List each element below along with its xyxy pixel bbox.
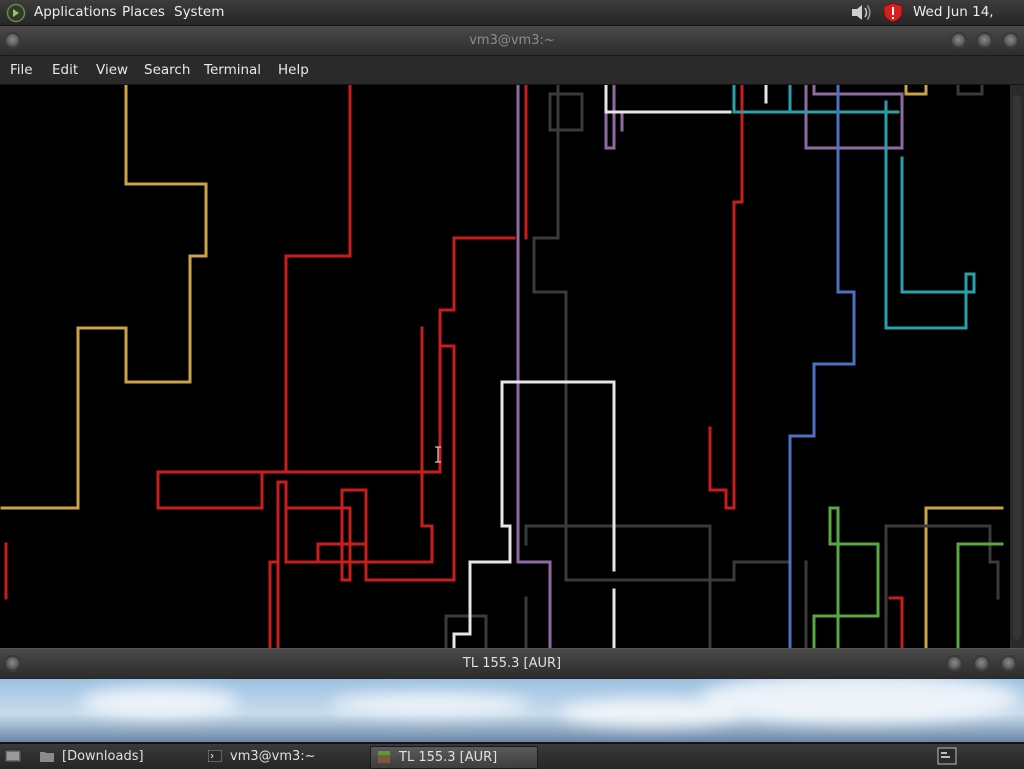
pipe-purple-3 (804, 85, 904, 150)
pipe-white-2 (452, 380, 512, 648)
taskbar-item-label: vm3@vm3:~ (230, 749, 316, 764)
pipe-purple-1 (516, 85, 552, 648)
close-button[interactable] (1002, 32, 1019, 49)
terminal-menubar: File Edit View Search Terminal Help (0, 56, 1024, 85)
system-logo-icon[interactable] (6, 3, 26, 23)
taskbar-item-label: [Downloads] (62, 749, 144, 764)
folder-icon (40, 752, 54, 762)
terminal-window-title: vm3@vm3:~ (469, 33, 555, 48)
menu-terminal[interactable]: Terminal (204, 56, 261, 84)
minimize-button[interactable] (950, 32, 967, 49)
pipes-canvas (0, 85, 1004, 648)
pipe-green-1 (812, 506, 880, 648)
cloud (560, 699, 740, 727)
top-panel: Applications Places System Wed Jun 14, 0… (0, 0, 1024, 45)
volume-icon[interactable] (849, 2, 873, 23)
menu-edit[interactable]: Edit (52, 56, 78, 84)
taskbar-item-terminal[interactable]: vm3@vm3:~ (202, 746, 368, 767)
cloud (330, 693, 530, 715)
menu-search[interactable]: Search (144, 56, 190, 84)
system-menu[interactable]: System (174, 0, 224, 25)
pipe-grey-3 (524, 524, 712, 648)
desktop-background (0, 679, 1024, 742)
pipe-blue-1 (788, 85, 856, 648)
pipe-grey-8 (956, 85, 984, 96)
pipe-grey-2 (548, 92, 584, 132)
applications-menu[interactable]: Applications (34, 0, 116, 25)
menu-view[interactable]: View (96, 56, 128, 84)
pipe-teal-3 (884, 100, 976, 330)
terminal-titlebar[interactable]: vm3@vm3:~ (0, 26, 1024, 56)
pipe-green-3 (956, 542, 1004, 648)
window2-minimize-button[interactable] (946, 655, 963, 672)
pipe-white-4 (604, 85, 732, 114)
pipe-gold-3 (904, 85, 928, 96)
minecraft-titlebar[interactable]: TL 155.3 [AUR] (0, 648, 1024, 679)
security-shield-icon[interactable] (882, 2, 904, 23)
cloud (700, 679, 1020, 723)
pipe-grey-1 (532, 85, 792, 582)
show-desktop-icon[interactable] (4, 748, 22, 764)
places-menu[interactable]: Places (122, 0, 165, 25)
terminal-scrollbar-thumb[interactable] (1013, 95, 1021, 640)
cloud (80, 687, 240, 717)
pipe-red-1 (156, 85, 516, 510)
window2-close-button[interactable] (1000, 655, 1017, 672)
pipe-red-3 (276, 326, 434, 648)
clock[interactable]: Wed Jun 14, 05:56 (913, 0, 1024, 45)
terminal-icon (208, 750, 222, 762)
menu-help[interactable]: Help (278, 56, 309, 84)
pipe-red-7 (708, 85, 744, 510)
minecraft-block-icon (378, 751, 390, 763)
menu-file[interactable]: File (10, 56, 33, 84)
taskbar-item-downloads[interactable]: [Downloads] (34, 746, 200, 767)
minecraft-window-title: TL 155.3 [AUR] (462, 656, 562, 671)
taskbar-item-minecraft[interactable]: TL 155.3 [AUR] (370, 746, 538, 769)
workspace-switcher-icon[interactable] (937, 747, 957, 765)
pipe-purple-2 (604, 85, 624, 150)
pipe-red-9 (888, 596, 904, 648)
taskbar-item-label: TL 155.3 [AUR] (399, 750, 498, 765)
bottom-taskbar: [Downloads] vm3@vm3:~ TL 155.3 [AUR] (0, 743, 1024, 769)
maximize-button[interactable] (976, 32, 993, 49)
pipe-red-5 (284, 344, 456, 582)
terminal-content[interactable] (0, 85, 1010, 648)
pipe-gold-1 (0, 85, 208, 510)
window2-maximize-button[interactable] (973, 655, 990, 672)
pipe-grey-5 (444, 614, 488, 648)
